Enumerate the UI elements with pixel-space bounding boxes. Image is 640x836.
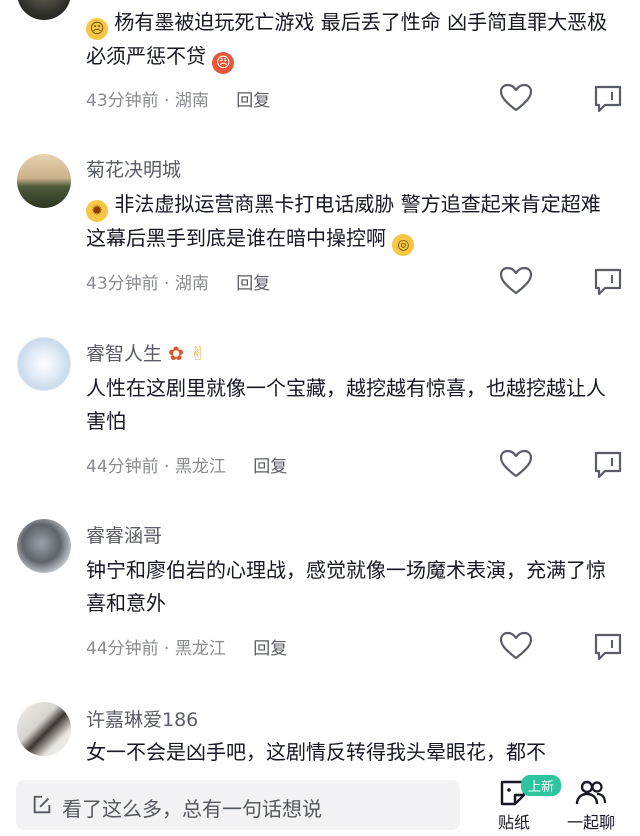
comment-text-content: 非法虚拟运营商黑卡打电话威胁 警方追查起来肯定超难 这幕后黑手到底是谁在暗中操控… — [86, 192, 601, 250]
maple-leaf-icon: ✿ — [168, 343, 184, 365]
meta-separator: · — [164, 274, 170, 294]
avatar[interactable] — [17, 519, 71, 573]
avatar[interactable] — [17, 702, 71, 756]
heart-outline-icon[interactable] — [499, 631, 533, 661]
comment-time: 44分钟前 — [86, 639, 159, 659]
comment-location: 黑龙江 — [174, 639, 226, 659]
comment-location: 湖南 — [174, 91, 209, 111]
chat-together-button[interactable]: 一起聊 — [562, 772, 624, 836]
comment-meta: 44分钟前 · 黑龙江 回复 — [86, 634, 287, 659]
comment-author[interactable]: 许嘉琳爱186 — [86, 705, 198, 732]
reply-button[interactable]: 回复 — [253, 639, 287, 659]
comment-location: 湖南 — [174, 274, 209, 294]
monocle-face-icon: ◎ — [392, 234, 415, 256]
comment-text: ✹ 非法虚拟运营商黑卡打电话威胁 警方追查起来肯定超难 这幕后黑手到底是谁在暗中… — [86, 188, 616, 256]
dislike-icon[interactable] — [592, 84, 624, 114]
comment-author[interactable]: 睿智人生 ✿ ✌ — [86, 339, 206, 366]
comment-text: 钟宁和廖伯岩的心理战，感觉就像一场魔术表演，充满了惊喜和意外 — [86, 558, 606, 615]
comment-input[interactable]: 看了这么多，总有一句话想说 — [16, 780, 460, 830]
comment-location: 黑龙江 — [174, 457, 226, 477]
heart-outline-icon[interactable] — [499, 449, 533, 479]
comment-author[interactable]: 菊花决明城 — [86, 155, 181, 182]
comment-meta: 43分钟前 · 湖南 回复 — [86, 269, 270, 294]
worried-face-icon: ☹ — [86, 18, 108, 40]
comment-author-name: 睿智人生 — [86, 343, 163, 365]
comment-time: 44分钟前 — [86, 457, 159, 477]
people-icon — [575, 780, 607, 805]
dislike-icon[interactable] — [592, 450, 624, 480]
sticker-new-badge: 上新 — [521, 775, 562, 796]
chat-together-label: 一起聊 — [567, 813, 616, 832]
reply-button[interactable]: 回复 — [236, 91, 270, 111]
avatar[interactable] — [17, 154, 71, 208]
avatar[interactable] — [17, 0, 71, 20]
meta-separator: · — [164, 91, 170, 111]
avatar[interactable] — [17, 337, 71, 391]
meta-separator: · — [164, 457, 170, 477]
bottom-bar: 看了这么多，总有一句话想说 贴纸 上新 一起聊 — [0, 772, 640, 836]
reply-button[interactable]: 回复 — [253, 457, 287, 477]
angry-face-icon: 😠 — [212, 52, 235, 74]
comment-meta: 44分钟前 · 黑龙江 回复 — [86, 452, 287, 477]
reply-button[interactable]: 回复 — [236, 274, 270, 294]
comment-input-placeholder: 看了这么多，总有一句话想说 — [62, 797, 322, 821]
comment-text: ☹ 杨有墨被迫玩死亡游戏 最后丢了性命 凶手简直罪大恶极 必须严惩不贷 😠 — [86, 6, 616, 74]
heart-outline-icon[interactable] — [499, 266, 533, 296]
comment-text-content: 杨有墨被迫玩死亡游戏 最后丢了性命 凶手简直罪大恶极 必须严惩不贷 — [86, 10, 608, 68]
comment-text: 女一不会是凶手吧，这剧情反转得我头晕眼花，都不 — [86, 740, 546, 764]
sticker-label: 贴纸 — [498, 813, 531, 832]
exploding-head-icon: ✹ — [86, 200, 108, 222]
comment-time: 43分钟前 — [86, 91, 159, 111]
dislike-icon[interactable] — [592, 632, 624, 662]
heart-outline-icon[interactable] — [499, 83, 533, 113]
edit-icon — [33, 795, 51, 814]
comment-time: 43分钟前 — [86, 274, 159, 294]
victory-hand-icon: ✌ — [190, 343, 206, 365]
comment-text: 人性在这剧里就像一个宝藏，越挖越有惊喜，也越挖越让人害怕 — [86, 376, 606, 433]
meta-separator: · — [164, 639, 170, 659]
dislike-icon[interactable] — [592, 267, 624, 297]
comment-author[interactable]: 睿睿涵哥 — [86, 521, 162, 548]
comment-meta: 43分钟前 · 湖南 回复 — [86, 86, 270, 111]
